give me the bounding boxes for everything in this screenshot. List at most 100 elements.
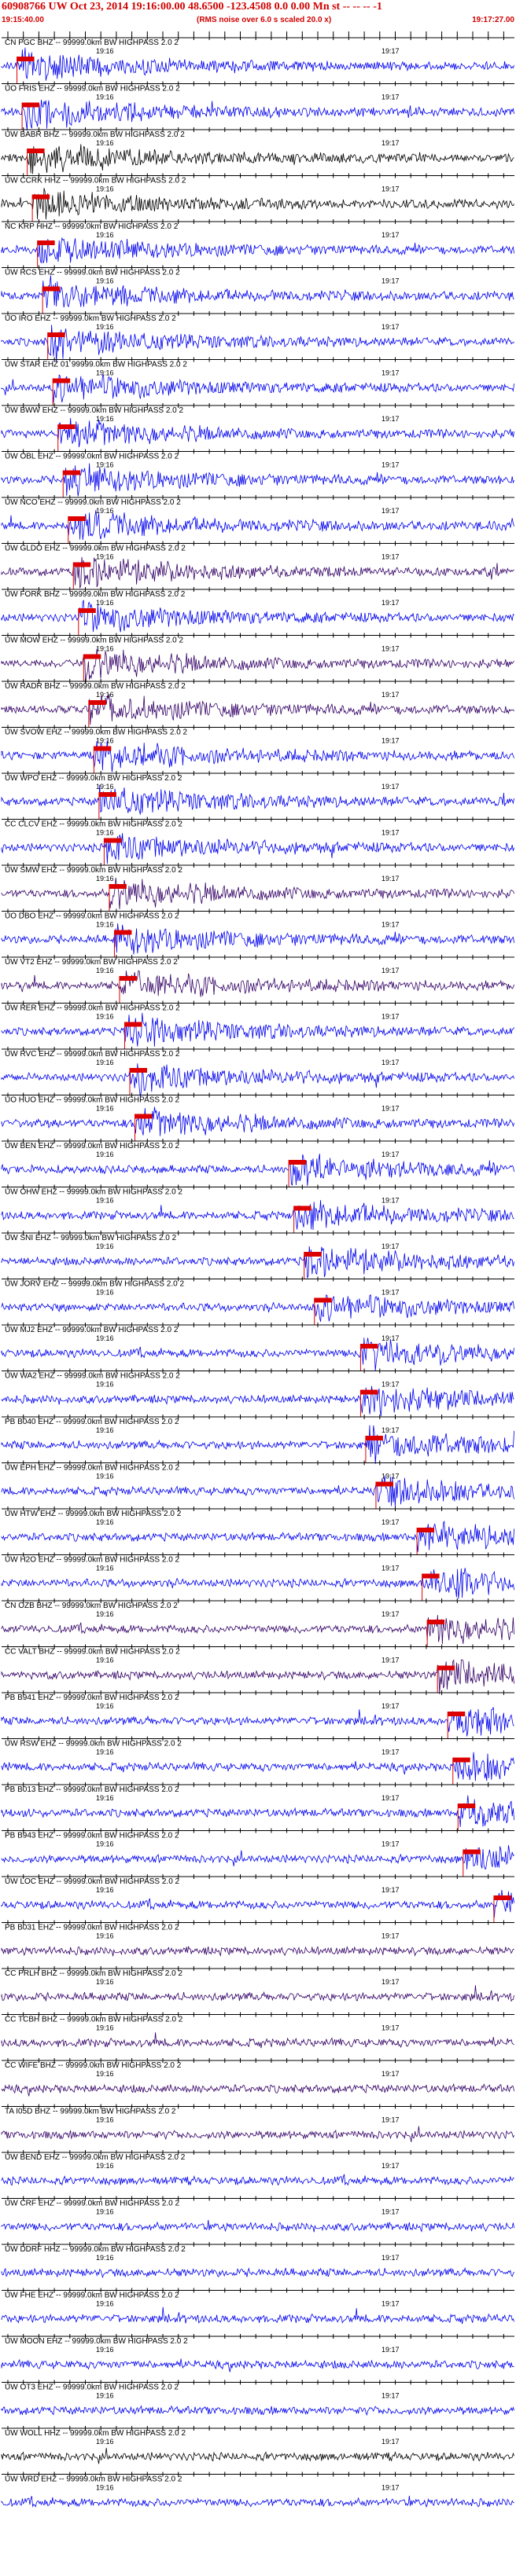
trace-label: CN OZB BHZ -- 99999.0km BW HIGHPASS 2.0 … bbox=[5, 1602, 178, 1610]
pick-marker bbox=[119, 976, 137, 981]
waveform bbox=[1, 509, 514, 541]
trace-row: NC KRP HHZ -- 99999.0km BW HIGHPASS 2.0 … bbox=[1, 219, 514, 268]
trace-label: UW CCRK HHZ -- 99999.0km BW HIGHPASS 2.0… bbox=[5, 177, 186, 185]
waveform bbox=[1, 877, 514, 910]
waveform bbox=[1, 1425, 514, 1464]
pick-marker bbox=[78, 608, 96, 613]
time-label-1917: 19:17 bbox=[381, 277, 400, 285]
time-label-1917: 19:17 bbox=[381, 1013, 400, 1021]
trace-row: UW MJ2 EHZ -- 99999.0km BW HIGHPASS 2.0 … bbox=[1, 1323, 514, 1371]
waveform bbox=[1, 1946, 514, 1957]
time-label-1916: 19:16 bbox=[96, 2024, 114, 2032]
trace-label: CC PRLH BHZ -- 99999.0km BW HIGHPASS 2.0… bbox=[5, 1969, 182, 1978]
trace-row: UW OHW EHZ -- 99999.0km BW HIGHPASS 2.0 … bbox=[1, 1184, 514, 1233]
waveform bbox=[1, 556, 514, 589]
waveform bbox=[1, 2174, 514, 2186]
time-label-1916: 19:16 bbox=[96, 1840, 114, 1848]
trace-row: UW BWW EHZ -- 99999.0km BW HIGHPASS 2.0 … bbox=[1, 403, 514, 452]
time-label-1917: 19:17 bbox=[381, 94, 400, 101]
waveform bbox=[1, 463, 514, 497]
waveform bbox=[1, 1889, 514, 1918]
trace-label: UO FRIS EHZ -- 99999.0km BW HIGHPASS 2.0… bbox=[5, 85, 180, 94]
time-label-1916: 19:16 bbox=[96, 691, 114, 699]
waveform bbox=[1, 2358, 514, 2372]
trace-label: UW BEN EHZ -- 99999.0km BW HIGHPASS 2.0 … bbox=[5, 1142, 180, 1150]
waveform bbox=[1, 833, 514, 864]
trace-label: UW WA2 EHZ -- 99999.0km BW HIGHPASS 2.0 … bbox=[5, 1372, 180, 1381]
time-label-1916: 19:16 bbox=[96, 1197, 114, 1205]
trace-label: PB B941 EHZ -- 99999.0km BW HIGHPASS 2.0… bbox=[5, 1693, 179, 1702]
waveform bbox=[1, 188, 514, 220]
trace-label: UW RVC EHZ -- 99999.0km BW HIGHPASS 2.0 … bbox=[5, 1050, 180, 1059]
pick-marker bbox=[463, 1849, 481, 1855]
trace-row: UW WA2 EHZ -- 99999.0km BW HIGHPASS 2.0 … bbox=[1, 1368, 514, 1417]
time-label-1917: 19:17 bbox=[381, 1150, 400, 1158]
trace-row: PB B031 EHZ -- 99999.0km BW HIGHPASS 2.0… bbox=[1, 1920, 514, 1957]
time-label-1916: 19:16 bbox=[96, 1105, 114, 1113]
trace-label: UW MJ2 EHZ -- 99999.0km BW HIGHPASS 2.0 … bbox=[5, 1326, 179, 1334]
pick-marker bbox=[47, 332, 65, 337]
pick-marker bbox=[417, 1528, 435, 1532]
pick-marker bbox=[109, 884, 127, 889]
time-label-1917: 19:17 bbox=[381, 1932, 400, 1940]
trace-label: PB B031 EHZ -- 99999.0km BW HIGHPASS 2.0… bbox=[5, 1924, 179, 1932]
rms-note: (RMS noise over 6.0 s scaled 20.0 x) bbox=[197, 16, 332, 24]
waveform bbox=[1, 1752, 514, 1782]
trace-row: UW BABR BHZ -- 99999.0km BW HIGHPASS 2.0… bbox=[1, 127, 514, 176]
trace-label: CC TCBH BHZ -- 99999.0km BW HIGHPASS 2.0… bbox=[5, 2016, 183, 2024]
trace-label: UW SVOW EHZ -- 99999.0km BW HIGHPASS 2.0… bbox=[5, 728, 188, 737]
pick-marker bbox=[68, 516, 86, 521]
trace-label: UW CRF EHZ -- 99999.0km BW HIGHPASS 2.0 … bbox=[5, 2200, 180, 2208]
time-label-1916: 19:16 bbox=[96, 1150, 114, 1158]
time-label-1916: 19:16 bbox=[96, 1518, 114, 1526]
trace-row: UW SNI EHZ -- 99999.0km BW HIGHPASS 2.0 … bbox=[1, 1231, 514, 1279]
trace-label: UW RADR BHZ -- 99999.0km BW HIGHPASS 2.0… bbox=[5, 682, 186, 691]
waveform bbox=[1, 1520, 514, 1552]
time-label-1917: 19:17 bbox=[381, 783, 400, 791]
trace-row: UW BEND EHZ -- 99999.0km BW HIGHPASS 2.0… bbox=[1, 2150, 514, 2186]
trace-label: UW MOW EHZ -- 99999.0km BW HIGHPASS 2.0 … bbox=[5, 637, 184, 645]
pick-marker bbox=[422, 1573, 440, 1579]
trace-label: CC VALT BHZ -- 99999.0km BW HIGHPASS 2.0… bbox=[5, 1648, 180, 1657]
waveform bbox=[1, 2405, 514, 2416]
time-label-1917: 19:17 bbox=[381, 1702, 400, 1710]
time-label-1917: 19:17 bbox=[381, 2346, 400, 2354]
time-label-1917: 19:17 bbox=[381, 1749, 400, 1756]
trace-label: UW BABR BHZ -- 99999.0km BW HIGHPASS 2.0… bbox=[5, 130, 185, 139]
time-label-1917: 19:17 bbox=[381, 1289, 400, 1297]
pick-marker bbox=[94, 746, 112, 751]
trace-label: UW VT2 EHZ -- 99999.0km BW HIGHPASS 2.0 … bbox=[5, 958, 178, 967]
trace-label: NC KRP HHZ -- 99999.0km BW HIGHPASS 2.0 … bbox=[5, 222, 179, 231]
pick-marker bbox=[42, 286, 61, 292]
start-time: 19:15:40.00 bbox=[2, 16, 44, 24]
time-label-1916: 19:16 bbox=[96, 1334, 114, 1342]
trace-row: UW OT3 EHZ -- 99999.0km BW HIGHPASS 2.0 … bbox=[1, 2380, 514, 2416]
waveform bbox=[1, 1154, 514, 1187]
trace-row: PB B013 EHZ -- 99999.0km BW HIGHPASS 2.0… bbox=[1, 1782, 514, 1831]
time-label-1916: 19:16 bbox=[96, 2484, 114, 2492]
trace-row: UW SMW EHZ -- 99999.0km BW HIGHPASS 2.0 … bbox=[1, 863, 514, 912]
waveform bbox=[1, 923, 514, 955]
waveform bbox=[1, 1200, 514, 1231]
trace-label: CC WIFE BHZ -- 99999.0km BW HIGHPASS 2.0… bbox=[5, 2061, 182, 2070]
trace-label: UW BEND EHZ -- 99999.0km BW HIGHPASS 2.0… bbox=[5, 2153, 186, 2162]
waveform bbox=[1, 237, 514, 264]
pick-marker bbox=[104, 838, 122, 843]
trace-label: UW GLDO EHZ -- 99999.0km BW HIGHPASS 2.0… bbox=[5, 545, 186, 553]
trace-row: UW JORV EHZ -- 99999.0km BW HIGHPASS 2.0… bbox=[1, 1276, 514, 1325]
time-label-1917: 19:17 bbox=[381, 47, 400, 55]
waveform bbox=[1, 1615, 514, 1644]
waveform bbox=[1, 1385, 514, 1416]
trace-row: UW FORK BHZ -- 99999.0km BW HIGHPASS 2.0… bbox=[1, 587, 514, 636]
time-label-1916: 19:16 bbox=[96, 875, 114, 883]
trace-row: UO FRIS EHZ -- 99999.0km BW HIGHPASS 2.0… bbox=[1, 81, 514, 130]
time-label-1917: 19:17 bbox=[381, 1610, 400, 1618]
trace-label: UW H2O EHZ -- 99999.0km BW HIGHPASS 2.0 … bbox=[5, 1556, 180, 1565]
time-label-1916: 19:16 bbox=[96, 645, 114, 653]
time-label-1916: 19:16 bbox=[96, 2392, 114, 2400]
time-label-1916: 19:16 bbox=[96, 1610, 114, 1618]
time-label-1916: 19:16 bbox=[96, 1426, 114, 1434]
time-label-1916: 19:16 bbox=[96, 139, 114, 147]
time-label-1917: 19:17 bbox=[381, 875, 400, 883]
time-label-1917: 19:17 bbox=[381, 2438, 400, 2446]
